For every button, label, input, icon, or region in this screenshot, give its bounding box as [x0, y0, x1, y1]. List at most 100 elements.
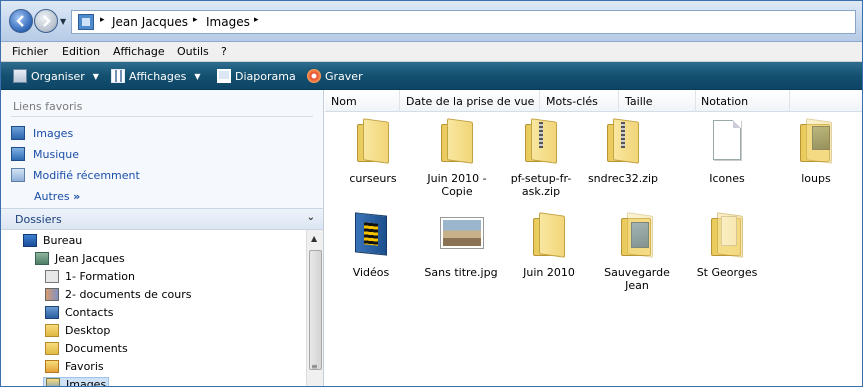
breadcrumb-images[interactable]: Images: [206, 15, 250, 29]
file-item-icones[interactable]: Icones: [687, 118, 767, 185]
file-item-sndrec32-zip[interactable]: sndrec32.zip: [583, 118, 663, 185]
diaporama-label: Diaporama: [235, 69, 296, 83]
folder-icon: [45, 324, 59, 337]
file-item-st-georges[interactable]: St Georges: [687, 212, 767, 279]
file-item-loups[interactable]: loups: [776, 118, 856, 185]
photo-folder-icon: [796, 118, 836, 164]
tree-item-label: Images: [66, 378, 107, 387]
column-rating[interactable]: Notation: [701, 95, 748, 108]
tree-item-label: 1- Formation: [65, 270, 135, 283]
column-name[interactable]: Nom: [331, 95, 357, 108]
favorite-link-label: Modifié récemment: [33, 168, 140, 182]
tree-item-favoris[interactable]: Favoris: [45, 360, 104, 373]
folder-tree-scrollbar[interactable]: ▲ ≡: [306, 230, 323, 386]
user-folder-icon: [35, 252, 49, 265]
desktop-icon: [23, 234, 37, 247]
favorite-link-recent[interactable]: Modifié récemment: [11, 168, 140, 182]
zip-folder-icon: [603, 118, 643, 164]
menu-outils[interactable]: Outils: [177, 45, 209, 58]
file-item-juin-2010-copie[interactable]: Juin 2010 - Copie: [417, 118, 497, 198]
scrollbar-thumb[interactable]: [309, 250, 322, 370]
slideshow-icon: [217, 69, 231, 83]
content-pane: Nom Date de la prise de vue Mots-clés Ta…: [325, 90, 862, 386]
tree-item-images[interactable]: Images: [43, 377, 110, 387]
folders-header[interactable]: Dossiers ⌄: [1, 208, 323, 230]
more-links-button[interactable]: Autres »: [34, 190, 80, 203]
breadcrumb-jean-jacques[interactable]: Jean Jacques: [112, 15, 188, 29]
graver-label: Graver: [325, 69, 363, 83]
organiser-label: Organiser: [31, 69, 85, 83]
double-chevron-icon: »: [73, 190, 81, 203]
file-item-label: Vidéos: [352, 266, 390, 279]
file-item-label: Sans titre.jpg: [424, 266, 498, 279]
file-item-juin-2010[interactable]: Juin 2010: [509, 212, 589, 279]
tree-item-documents-de-cours[interactable]: 2- documents de cours: [45, 288, 191, 301]
pictures-folder-icon: [46, 378, 60, 386]
folder-path-icon: [78, 14, 94, 30]
divider: [11, 116, 313, 117]
column-separator[interactable]: [399, 90, 400, 112]
menu-help[interactable]: ?: [221, 45, 227, 58]
zip-folder-icon: [521, 118, 561, 164]
file-item-label: Juin 2010 - Copie: [427, 172, 487, 198]
chevron-down-icon: ▼: [92, 71, 99, 81]
file-item-label: Sauvegarde Jean: [604, 266, 670, 292]
column-keywords[interactable]: Mots-clés: [546, 95, 598, 108]
file-item-label: loups: [801, 172, 831, 185]
menu-affichage[interactable]: Affichage: [113, 45, 165, 58]
organiser-button[interactable]: Organiser ▼: [13, 69, 99, 83]
column-header: Nom Date de la prise de vue Mots-clés Ta…: [325, 90, 862, 112]
folder-tree: Bureau Jean Jacques 1- Formation 2- docu…: [1, 230, 306, 387]
back-button[interactable]: [9, 9, 33, 33]
favorite-link-images[interactable]: Images: [11, 126, 73, 140]
file-item-label: curseurs: [349, 172, 397, 185]
file-item-curseurs[interactable]: curseurs: [333, 118, 413, 185]
breadcrumb-separator[interactable]: ▸: [193, 15, 198, 25]
file-item-pf-setup-zip[interactable]: pf-setup-fr-ask.zip: [501, 118, 581, 198]
diaporama-button[interactable]: Diaporama: [217, 69, 296, 83]
tree-item-desktop[interactable]: Desktop: [45, 324, 110, 337]
graver-button[interactable]: Graver: [307, 69, 363, 83]
tree-item-label: Documents: [65, 342, 128, 355]
folder-icon: [437, 118, 477, 164]
tree-item-documents[interactable]: Documents: [45, 342, 128, 355]
favorite-link-label: Musique: [33, 147, 79, 161]
breadcrumb-separator[interactable]: ▸: [254, 15, 259, 25]
favorites-icon: [45, 360, 59, 373]
menu-edition[interactable]: Edition: [62, 45, 100, 58]
column-separator[interactable]: [789, 90, 790, 112]
file-item-label: sndrec32.zip: [587, 172, 659, 185]
tree-item-jean-jacques[interactable]: Jean Jacques: [35, 252, 125, 265]
tree-item-label: Jean Jacques: [55, 252, 125, 265]
explorer-window: ▼ ▸ Jean Jacques ▸ Images ▸ Fichier Edit…: [0, 0, 863, 387]
scroll-up-icon[interactable]: ▲: [311, 234, 317, 243]
forward-button[interactable]: [34, 9, 58, 33]
column-date[interactable]: Date de la prise de vue: [406, 95, 534, 108]
file-item-sauvegarde-jean[interactable]: Sauvegarde Jean: [597, 212, 677, 292]
tree-item-bureau[interactable]: Bureau: [23, 234, 82, 247]
tree-item-label: Contacts: [65, 306, 114, 319]
file-item-label: Juin 2010: [523, 266, 575, 279]
tree-item-formation[interactable]: 1- Formation: [45, 270, 135, 283]
affichages-label: Affichages: [129, 69, 187, 83]
column-separator[interactable]: [695, 90, 696, 112]
column-size[interactable]: Taille: [625, 95, 653, 108]
history-dropdown-icon[interactable]: ▼: [60, 17, 68, 26]
tree-item-contacts[interactable]: Contacts: [45, 306, 114, 319]
path-box[interactable]: ▸ Jean Jacques ▸ Images ▸: [71, 10, 856, 34]
navigation-pane: Liens favoris Images Musique Modifié réc…: [1, 90, 324, 387]
image-folder-icon: [617, 212, 657, 258]
column-separator[interactable]: [539, 90, 540, 112]
file-item-sans-titre-jpg[interactable]: Sans titre.jpg: [421, 212, 501, 279]
menu-fichier[interactable]: Fichier: [12, 45, 48, 58]
column-separator[interactable]: [618, 90, 619, 112]
tree-item-label: 2- documents de cours: [65, 288, 192, 301]
file-item-videos[interactable]: Vidéos: [331, 212, 411, 279]
breadcrumb-separator[interactable]: ▸: [100, 15, 105, 25]
music-icon: [11, 147, 25, 161]
image-file-icon: [441, 212, 483, 258]
menu-bar: Fichier Edition Affichage Outils ?: [1, 42, 862, 62]
affichages-button[interactable]: Affichages ▼: [111, 69, 201, 83]
favorite-link-musique[interactable]: Musique: [11, 147, 79, 161]
chevron-down-icon: ⌄: [306, 212, 315, 223]
